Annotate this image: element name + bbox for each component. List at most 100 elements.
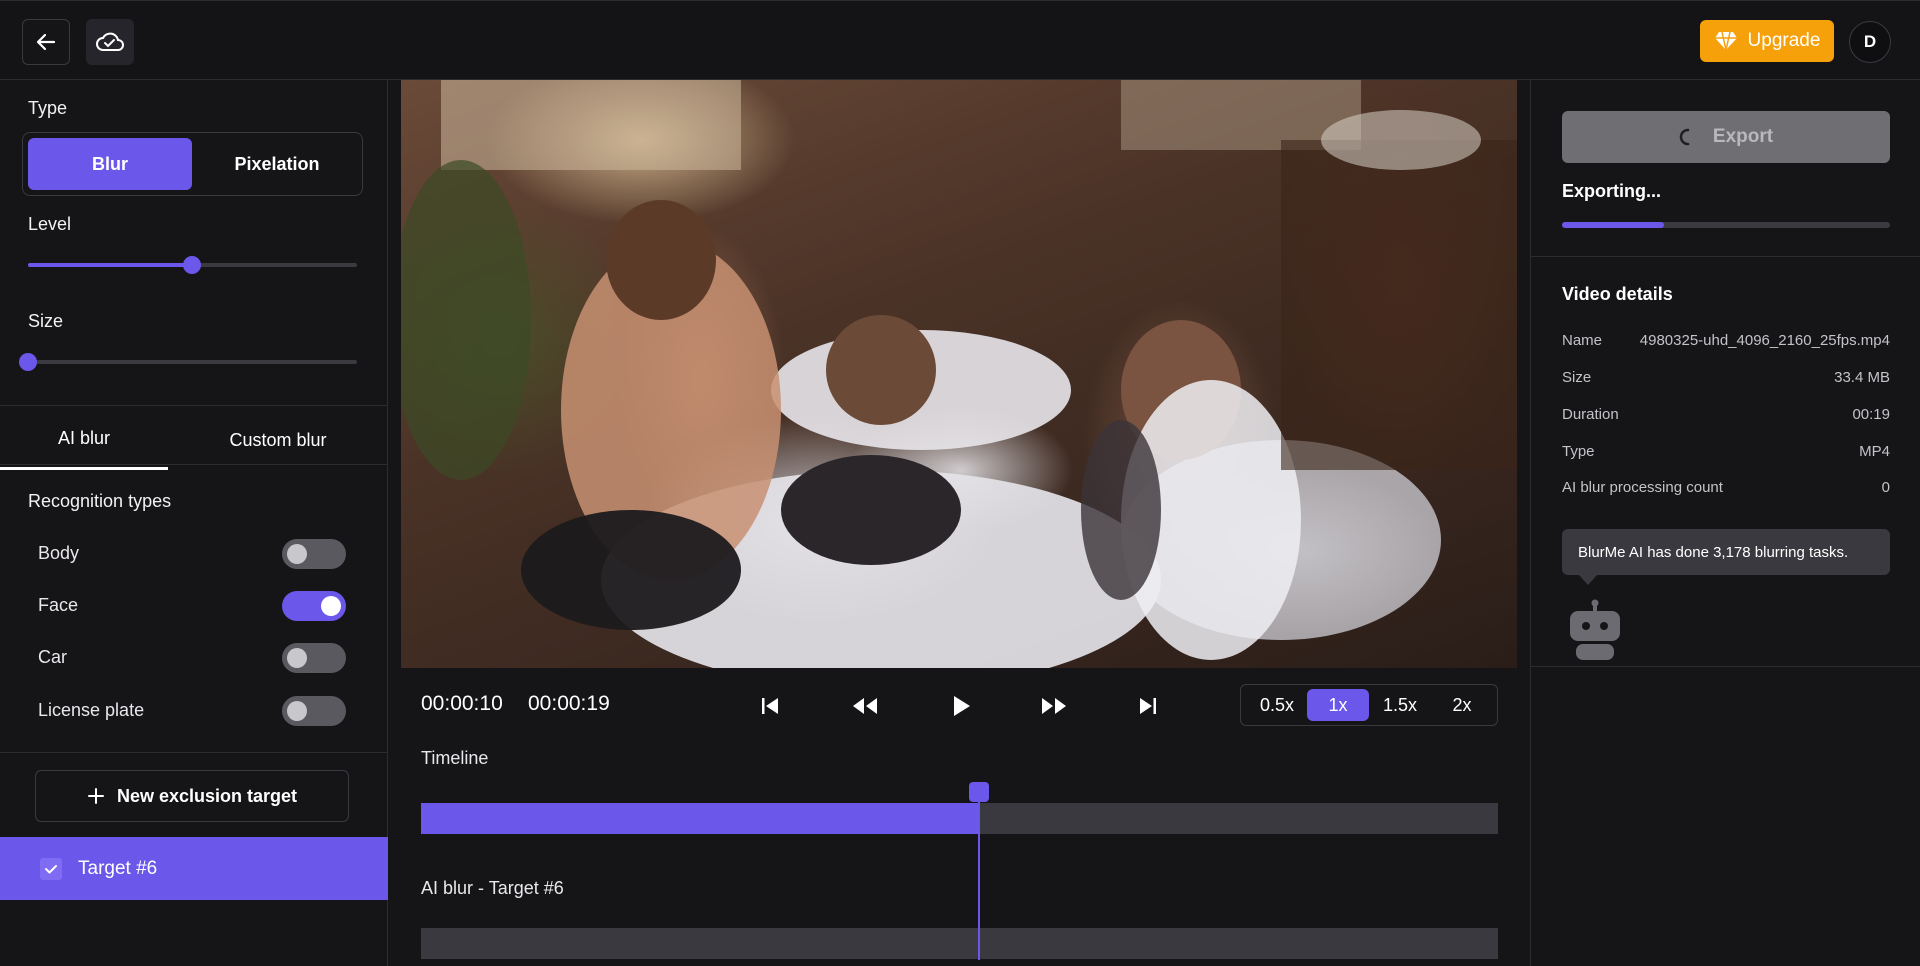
fast-forward-icon — [1042, 698, 1066, 714]
level-slider[interactable] — [28, 256, 357, 274]
recognition-face-label: Face — [38, 595, 79, 615]
play-icon — [954, 696, 970, 716]
size-slider[interactable] — [19, 353, 357, 371]
check-icon — [45, 864, 57, 873]
divider — [1531, 666, 1920, 667]
playback-speed-selector: 0.5x 1x 1.5x 2x — [1240, 684, 1498, 726]
toggle-knob — [287, 701, 307, 721]
speed-2x[interactable]: 2x — [1431, 689, 1493, 721]
detail-key: Type — [1562, 443, 1595, 460]
type-selector: Blur Pixelation — [22, 132, 363, 196]
ai-tip-bubble: BlurMe AI has done 3,178 blurring tasks. — [1562, 529, 1890, 575]
robot-icon — [1570, 599, 1620, 660]
left-panel: Type Blur Pixelation Level Size AI blur … — [0, 80, 388, 966]
level-slider-fill — [28, 263, 192, 267]
diamond-icon — [1714, 31, 1737, 51]
new-exclusion-target-label: New exclusion target — [116, 785, 298, 806]
detail-value: 4980325-uhd_4096_2160_25fps.mp4 — [1639, 332, 1890, 349]
blur-option[interactable]: Blur — [28, 138, 192, 190]
detail-value: 0 — [1881, 479, 1890, 496]
back-button[interactable] — [22, 19, 70, 65]
pixelation-option[interactable]: Pixelation — [195, 138, 359, 190]
detail-row-size: Size 33.4 MB — [1562, 369, 1890, 386]
spinner-icon — [1679, 128, 1690, 146]
skip-forward-icon — [1140, 698, 1156, 714]
export-button[interactable]: Export — [1562, 111, 1890, 163]
divider — [0, 405, 388, 406]
recognition-body-label: Body — [38, 543, 80, 563]
detail-row-duration: Duration 00:19 — [1562, 406, 1890, 423]
cloud-check-icon — [96, 32, 124, 51]
face-toggle[interactable] — [282, 591, 346, 621]
upgrade-label: Upgrade — [1747, 30, 1821, 51]
timeline-label: Timeline — [421, 748, 489, 768]
skip-to-end-button[interactable] — [1130, 688, 1166, 724]
playhead-handle[interactable] — [969, 782, 989, 802]
detail-key: Name — [1562, 332, 1603, 349]
recognition-types-label: Recognition types — [28, 491, 172, 511]
license-plate-toggle[interactable] — [282, 696, 346, 726]
detail-row-type: Type MP4 — [1562, 443, 1890, 460]
skip-to-start-button[interactable] — [752, 688, 788, 724]
exporting-status: Exporting... — [1562, 181, 1661, 201]
target-label: Target #6 — [78, 857, 158, 879]
arrow-left-icon — [36, 33, 56, 51]
video-frame-image — [401, 80, 1517, 668]
rewind-button[interactable] — [847, 688, 883, 724]
speed-0-5x[interactable]: 0.5x — [1246, 689, 1308, 721]
divider — [1531, 256, 1920, 257]
playhead-line — [978, 790, 980, 960]
detail-row-name: Name 4980325-uhd_4096_2160_25fps.mp4 — [1562, 332, 1890, 349]
detail-row-ai-blur-count: AI blur processing count 0 — [1562, 479, 1890, 496]
timeline-progress — [421, 803, 978, 834]
export-progress-fill — [1562, 222, 1664, 228]
car-toggle[interactable] — [282, 643, 346, 673]
speed-1-5x[interactable]: 1.5x — [1369, 689, 1431, 721]
target-checkbox[interactable] — [40, 857, 62, 880]
total-time: 00:00:19 — [528, 692, 610, 715]
ai-blur-track[interactable] — [421, 928, 1498, 959]
plus-icon — [87, 788, 104, 804]
top-bar: Upgrade D — [0, 0, 1920, 80]
recognition-license-plate-label: License plate — [38, 700, 145, 720]
level-slider-knob[interactable] — [183, 256, 201, 274]
detail-key: AI blur processing count — [1562, 479, 1723, 496]
play-button[interactable] — [943, 688, 979, 724]
detail-key: Size — [1562, 369, 1592, 386]
target-item[interactable]: Target #6 — [0, 837, 388, 900]
cloud-save-button[interactable] — [86, 19, 134, 65]
user-avatar[interactable]: D — [1849, 21, 1891, 63]
level-label: Level — [28, 214, 72, 234]
divider — [0, 752, 388, 753]
detail-key: Duration — [1562, 406, 1619, 423]
current-time: 00:00:10 — [421, 692, 503, 715]
recognition-car-label: Car — [38, 647, 68, 667]
export-progress-bar — [1562, 222, 1890, 228]
rewind-icon — [853, 698, 877, 714]
size-label: Size — [28, 311, 64, 331]
size-slider-knob[interactable] — [19, 353, 37, 371]
type-label: Type — [28, 98, 68, 118]
toggle-knob — [287, 648, 307, 668]
timeline-track[interactable] — [421, 803, 1498, 834]
ai-blur-track-label: AI blur - Target #6 — [421, 878, 564, 898]
video-preview[interactable] — [401, 80, 1517, 668]
detail-value: MP4 — [1859, 443, 1890, 460]
tab-custom-blur[interactable]: Custom blur — [196, 410, 360, 470]
export-label: Export — [1712, 126, 1774, 147]
new-exclusion-target-button[interactable]: New exclusion target — [35, 770, 349, 822]
skip-back-icon — [762, 698, 778, 714]
speed-1x[interactable]: 1x — [1307, 689, 1369, 721]
right-panel: Export Exporting... Video details Name 4… — [1530, 80, 1920, 966]
body-toggle[interactable] — [282, 539, 346, 569]
fast-forward-button[interactable] — [1036, 688, 1072, 724]
tip-tail — [1579, 575, 1597, 585]
toggle-knob — [321, 596, 341, 616]
detail-value: 00:19 — [1852, 406, 1890, 423]
tab-ai-blur[interactable]: AI blur — [0, 410, 168, 470]
detail-value: 33.4 MB — [1834, 369, 1890, 386]
toggle-knob — [287, 544, 307, 564]
divider — [0, 464, 388, 465]
upgrade-button[interactable]: Upgrade — [1700, 20, 1834, 62]
video-details-title: Video details — [1562, 284, 1673, 304]
